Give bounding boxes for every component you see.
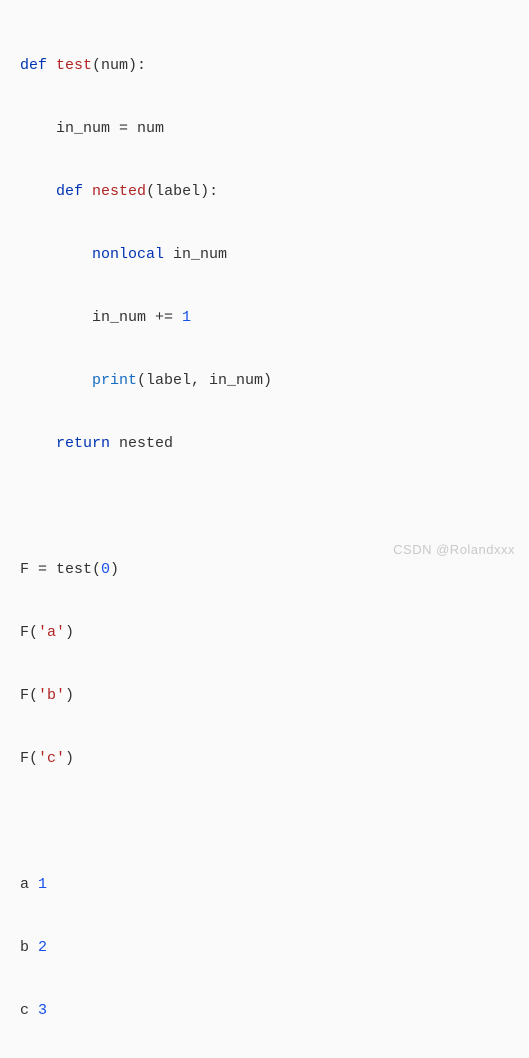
code-text: nested (110, 435, 173, 452)
code-line: F('c') (20, 743, 509, 775)
code-line: in_num += 1 (20, 302, 509, 334)
indent (20, 435, 56, 452)
code-block: def test(num): in_num = num def nested(l… (20, 18, 509, 1058)
code-line: def test(num): (20, 50, 509, 82)
code-text: ) (65, 687, 74, 704)
output-number: 2 (38, 939, 47, 956)
string-literal: 'c' (38, 750, 65, 767)
code-text: (label): (146, 183, 218, 200)
keyword-def: def (56, 183, 83, 200)
code-text: ) (110, 561, 119, 578)
code-line: nonlocal in_num (20, 239, 509, 271)
keyword-def: def (20, 57, 47, 74)
code-line: in_num = num (20, 113, 509, 145)
code-text: (label, in_num) (137, 372, 272, 389)
code-text: F( (20, 750, 38, 767)
blank-line (20, 806, 509, 838)
output-label: c (20, 1002, 38, 1019)
function-name: nested (92, 183, 146, 200)
code-line: def nested(label): (20, 176, 509, 208)
code-line: return nested (20, 428, 509, 460)
code-text: in_num (164, 246, 227, 263)
output-number: 3 (38, 1002, 47, 1019)
code-line: F('b') (20, 680, 509, 712)
code-text: ) (65, 624, 74, 641)
blank-line (20, 491, 509, 523)
keyword-return: return (56, 435, 110, 452)
code-text: (num): (92, 57, 146, 74)
string-literal: 'a' (38, 624, 65, 641)
indent (20, 372, 92, 389)
output-label: b (20, 939, 38, 956)
code-text: in_num += (20, 309, 182, 326)
number-literal: 1 (182, 309, 191, 326)
output-line: b 2 (20, 932, 509, 964)
output-number: 1 (38, 876, 47, 893)
code-text: F( (20, 624, 38, 641)
code-line: F('a') (20, 617, 509, 649)
indent (20, 246, 92, 263)
code-text: F( (20, 687, 38, 704)
keyword-nonlocal: nonlocal (92, 246, 164, 263)
output-line: a 1 (20, 869, 509, 901)
indent (20, 183, 56, 200)
code-line: F = test(0) (20, 554, 509, 586)
builtin-call: print (92, 372, 137, 389)
code-text: ) (65, 750, 74, 767)
function-name: test (56, 57, 92, 74)
output-line: c 3 (20, 995, 509, 1027)
code-line: print(label, in_num) (20, 365, 509, 397)
code-text: F = test( (20, 561, 101, 578)
string-literal: 'b' (38, 687, 65, 704)
number-literal: 0 (101, 561, 110, 578)
output-label: a (20, 876, 38, 893)
